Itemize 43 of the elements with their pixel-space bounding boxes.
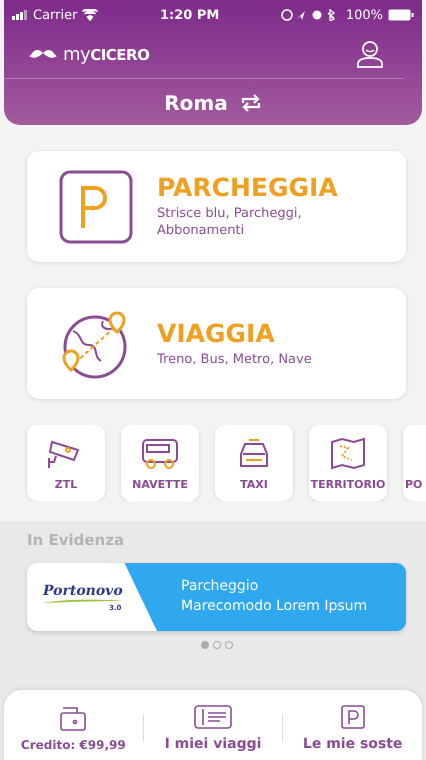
card-title: VIAGGIA	[157, 318, 276, 348]
shortcut-tile[interactable]: ZTL	[27, 425, 105, 501]
shortcut-tile[interactable]: TAXI	[215, 425, 293, 501]
bottom-nav-button[interactable]: I miei viaggi	[144, 704, 282, 752]
shortcut-label: NAVETTE	[132, 478, 188, 491]
swap-icon[interactable]	[240, 93, 262, 113]
card-subtitle: Treno, Bus, Metro, Nave	[157, 352, 313, 368]
shortcut-label: ZTL	[54, 478, 78, 491]
bottom-nav-button[interactable]: Credito: €99,99	[4, 706, 143, 752]
wallet-icon	[59, 706, 88, 732]
card-title: PARCHEGGIA	[157, 173, 338, 202]
carrier-label: Carrier	[33, 8, 78, 22]
service-card[interactable]: VIAGGIA Treno, Bus, Metro, Nave	[27, 288, 406, 399]
app-logo: myCICERO	[63, 44, 150, 64]
wifi-icon	[82, 9, 98, 21]
pager-dot[interactable]	[212, 641, 220, 649]
shortcut-tile[interactable]: NAVETTE	[121, 425, 199, 501]
parking-icon	[59, 170, 133, 244]
bus-icon	[140, 436, 180, 472]
banner-text: Marecomodo Lorem Ipsum	[181, 597, 368, 616]
shortcut-label: PO	[405, 478, 422, 491]
banner-text: Parcheggio	[181, 577, 260, 596]
service-card[interactable]: PARCHEGGIA Strisce blu, Parcheggi, Abbonamenti	[27, 151, 406, 262]
shortcut-label: TAXI	[240, 478, 268, 491]
card-subtitle: Strisce blu, Parcheggi, Abbonamenti	[157, 206, 303, 240]
brand-logo: Portonovo	[43, 582, 124, 598]
parking-icon	[340, 704, 366, 730]
bottom-nav-button[interactable]: Le mie soste	[283, 704, 422, 752]
mustache-icon	[28, 48, 58, 60]
shortcut-tile[interactable]: TERRITORIO	[309, 425, 387, 501]
city-selector[interactable]: Roma	[164, 91, 228, 115]
clock-time: 1:20 PM	[160, 8, 220, 22]
swoosh-icon	[43, 598, 123, 604]
map-icon	[328, 436, 368, 472]
shortcut-tile[interactable]: PO	[403, 425, 426, 501]
user-icon[interactable]	[356, 40, 384, 68]
battery-icon	[388, 9, 414, 21]
pager-dot[interactable]	[200, 641, 208, 649]
signal-icon	[12, 10, 28, 20]
shortcut-label: TERRITORIO	[310, 478, 386, 491]
pager-dot[interactable]	[224, 641, 232, 649]
ticket-icon	[193, 704, 233, 730]
battery-percent: 100%	[346, 8, 383, 22]
